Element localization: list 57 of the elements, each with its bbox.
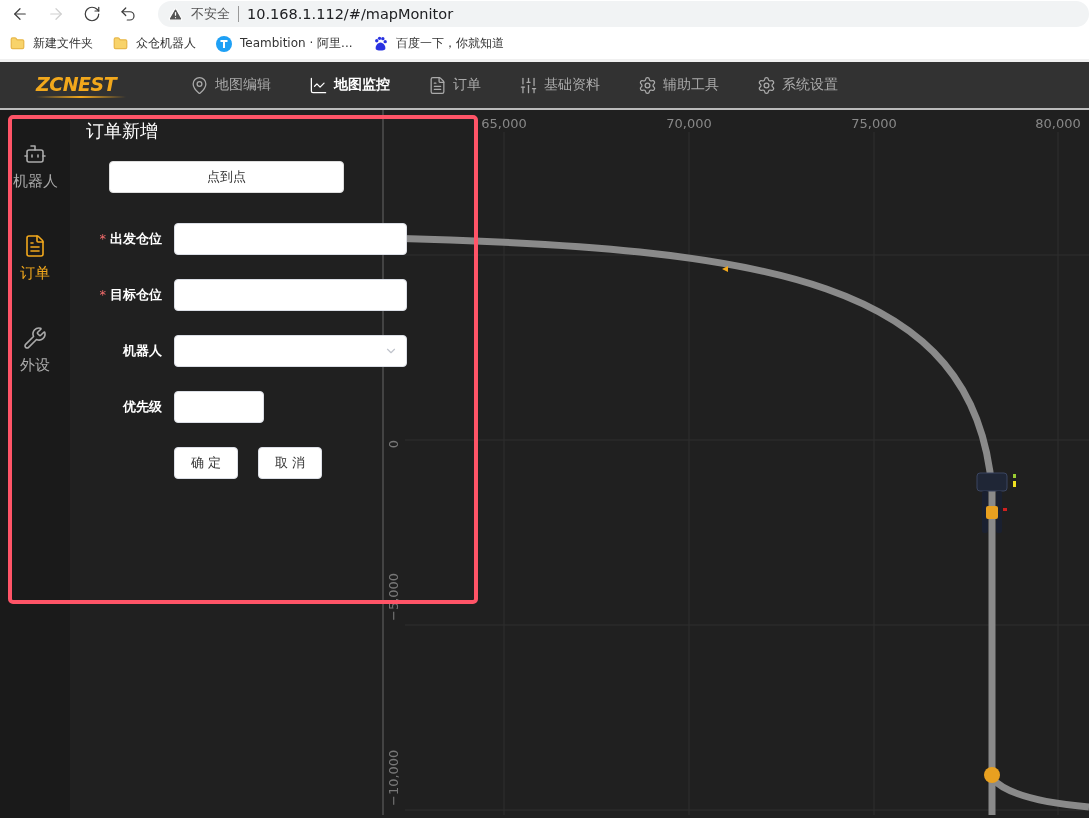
forklift-robot-drawing <box>976 472 1016 533</box>
sidebar-item[interactable]: 订单 <box>20 234 50 302</box>
settings-icon <box>757 75 776 95</box>
line-chart-icon <box>309 75 328 95</box>
sidebar-item[interactable]: 机器人 <box>12 142 58 210</box>
back-icon <box>11 5 29 23</box>
bookmark-link[interactable]: Teambition · 阿里... <box>216 35 359 52</box>
direction-arrow-icon <box>722 266 728 272</box>
map-pin-icon <box>190 75 209 95</box>
bookmark-link[interactable]: 百度一下，你就知道 <box>372 35 510 52</box>
nav-tab[interactable]: 订单 <box>428 75 481 95</box>
axis-tick-label: −5,000 <box>386 572 401 621</box>
axis-tick-label: 65,000 <box>481 116 527 131</box>
field-label: 优先级 <box>121 398 162 416</box>
document-icon <box>23 234 47 258</box>
nav-tab[interactable]: 地图编辑 <box>190 75 271 95</box>
paw-icon <box>372 36 388 51</box>
bookmark-link[interactable]: 新建文件夹 <box>10 35 99 52</box>
field-label: * 目标仓位 <box>98 286 162 304</box>
input-field[interactable] <box>174 391 264 423</box>
axis-tick-label: 75,000 <box>851 116 897 131</box>
nav-tab[interactable]: 基础资料 <box>519 75 600 95</box>
t-circle-icon <box>216 35 232 52</box>
sliders-icon <box>519 75 538 95</box>
document-icon <box>428 75 447 95</box>
axis-tick-label: −10,000 <box>386 749 401 806</box>
input-field[interactable] <box>174 223 407 255</box>
form-title: 订单新增 <box>86 119 159 143</box>
url-text: 10.168.1.112/#/mapMonitor <box>247 6 454 22</box>
warning-icon <box>168 6 183 22</box>
nav-tab[interactable]: 辅助工具 <box>638 75 719 95</box>
select-field[interactable] <box>174 335 407 367</box>
forward-icon <box>47 5 65 23</box>
reload-icon <box>83 5 101 23</box>
axis-tick-label: 0 <box>386 439 401 449</box>
confirm-button[interactable]: 确 定 <box>174 447 238 479</box>
address-bar[interactable]: 不安全 10.168.1.112/#/mapMonitor <box>158 1 1089 27</box>
robot-icon <box>23 142 47 166</box>
mode-button[interactable]: 点到点 <box>109 161 344 193</box>
cancel-button[interactable]: 取 消 <box>258 447 322 479</box>
nav-tab[interactable]: 地图监控 <box>309 75 390 95</box>
route-node <box>984 767 1000 783</box>
sidebar-item[interactable]: 外设 <box>20 326 50 394</box>
folder-icon <box>10 36 25 51</box>
security-label: 不安全 <box>191 5 230 23</box>
field-label: 机器人 <box>121 342 162 360</box>
input-field[interactable] <box>174 279 407 311</box>
wrench-icon <box>23 326 47 350</box>
undo-icon <box>119 5 137 23</box>
axis-tick-label: 70,000 <box>666 116 712 131</box>
nav-tab[interactable]: 系统设置 <box>757 75 838 95</box>
field-label: * 出发仓位 <box>98 230 162 248</box>
settings-icon <box>638 75 657 95</box>
bookmark-link[interactable]: 众仓机器人 <box>113 35 202 52</box>
logo: ZCNEST <box>0 72 190 98</box>
folder-icon <box>113 36 128 51</box>
axis-tick-label: 80,000 <box>1035 116 1081 131</box>
